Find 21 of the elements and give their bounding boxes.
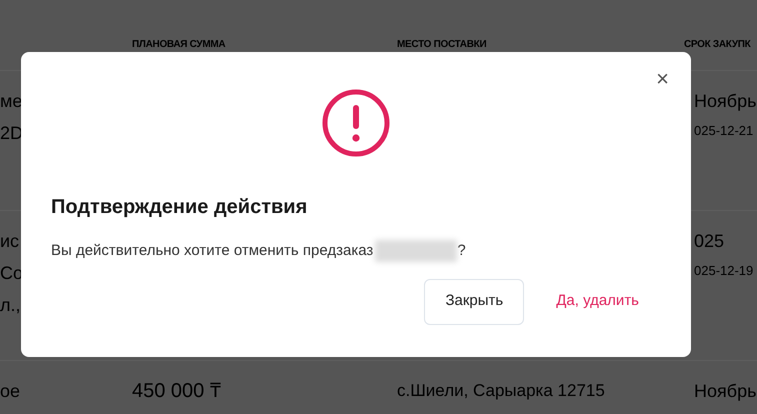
table-cell-text: ис [0,230,20,253]
warning-icon [321,88,391,158]
table-cell: 450 000 ₸ [132,380,221,402]
close-dialog-button[interactable]: Закрыть [424,278,524,324]
column-header: ПЛАНОВАЯ СУММА [132,38,226,52]
table-cell-text: 025-12-19 [694,262,754,280]
table-cell-text: ое [0,380,20,403]
dialog-message: Вы действительно хотите отменить предзаказ [51,241,374,261]
question-mark: ? [457,241,466,261]
table-cell-text: ме [0,90,22,113]
delete-button[interactable]: Да, удалить [540,278,655,324]
table-cell: с.Шиели, Сарыарка 12715 [397,381,605,400]
table-cell-text: Ноябрь [694,90,756,113]
dialog-title: Подтверждение действия [51,195,308,220]
table-cell-text: 025 [694,230,724,253]
column-header: МЕСТО ПОСТАВКИ [397,38,488,52]
table-cell-text: 025-12-21 [694,122,754,140]
table-cell-text: л., [0,294,21,317]
close-button[interactable]: × [656,68,669,90]
column-header: СРОК ЗАКУПК [684,38,752,52]
table-cell-text: Ноябрь [694,380,756,403]
